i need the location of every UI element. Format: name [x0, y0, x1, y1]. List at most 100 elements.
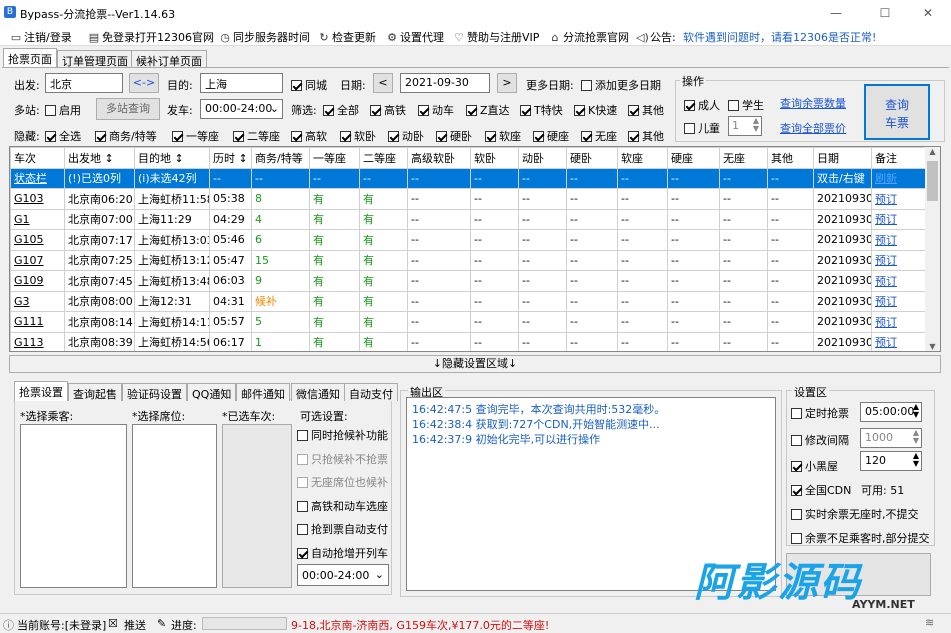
tab-query-sale[interactable]: 查询起售	[68, 383, 122, 401]
menu-notice[interactable]: ◁)公告:	[636, 29, 676, 45]
tab-waitlist-orders[interactable]: 候补订单页面	[131, 50, 207, 68]
hide-soft-sleeper-checkbox[interactable]: 软卧	[340, 128, 376, 144]
table-row[interactable]: G107 北京南07:25 上海虹桥13:12 05:47 15 有有 -- -- -- -- --…	[10, 249, 928, 271]
adult-checkbox[interactable]: 成人	[684, 97, 720, 113]
tab-qq-notify[interactable]: QQ通知	[187, 383, 237, 401]
query-remaining-link[interactable]: 查询余票数量	[780, 95, 846, 111]
timed-grab-input[interactable]: 05:00:00 ▲ ▼	[860, 402, 922, 422]
samecity-checkbox[interactable]: 同城	[291, 77, 327, 93]
column-header[interactable]: 高级软卧	[407, 147, 471, 169]
column-header[interactable]: 目的地 ↕	[134, 147, 210, 169]
train-number-link[interactable]: G1	[10, 208, 65, 230]
train-number-link[interactable]: G3	[10, 290, 65, 312]
tab-email-notify[interactable]: 邮件通知	[236, 383, 290, 401]
student-checkbox[interactable]: 学生	[728, 97, 764, 113]
train-number-link[interactable]: G103	[10, 188, 65, 210]
table-row[interactable]: G111 北京南08:14 上海虹桥14:11 05:57 5 有有 -- -- -- -- -- -…	[10, 311, 928, 333]
hide-no-seat-checkbox[interactable]: 无座	[581, 128, 617, 144]
depart-time-select[interactable]: 00:00-24:00 ⌄	[200, 99, 283, 119]
chosen-trains-list[interactable]	[222, 424, 292, 588]
column-header[interactable]: 备注	[871, 147, 928, 169]
add-dates-checkbox[interactable]: 添加更多日期	[581, 77, 661, 93]
table-row[interactable]: G113 北京南08:39 上海虹桥14:56 06:17 1 有有 -- -- -- -- -- -…	[10, 331, 928, 351]
swap-button[interactable]: <->	[129, 73, 159, 93]
hide-all-checkbox[interactable]: 全选	[45, 128, 81, 144]
book-link[interactable]: 预订	[871, 290, 928, 312]
book-link[interactable]: 预订	[871, 208, 928, 230]
column-header[interactable]: 其他	[767, 147, 814, 169]
scroll-thumb[interactable]	[927, 161, 938, 201]
hide-settings-bar[interactable]: ↓隐藏设置区域↓	[9, 355, 941, 373]
column-header[interactable]: 商务/特等	[251, 147, 310, 169]
column-header[interactable]: 日期	[813, 147, 872, 169]
passenger-list[interactable]	[20, 424, 127, 588]
table-row[interactable]: G1 北京南07:00 上海11:29 04:29 4 有有 -- -- -- -- -- -- -- -…	[10, 208, 928, 230]
hide-second-class-checkbox[interactable]: 二等座	[233, 128, 280, 144]
column-header[interactable]: 一等座	[309, 147, 360, 169]
table-row[interactable]: G3 北京南08:00 上海12:31 04:31 候补有有 -- -- -- -- -- -- --…	[10, 290, 928, 312]
realtime-no-seat-checkbox[interactable]: 实时余票无座时,不提交	[791, 506, 919, 522]
table-row[interactable]: G105 北京南07:17 上海虹桥13:03 05:46 6 有有 -- -- -- -- -- -…	[10, 229, 928, 251]
multi-query-button[interactable]: 多站查询	[96, 98, 160, 120]
minimize-button[interactable]: —	[813, 2, 859, 24]
column-header[interactable]: 动卧	[518, 147, 567, 169]
interval-input[interactable]: 1000 ▲ ▼	[860, 428, 922, 448]
close-button[interactable]: ✕	[905, 2, 951, 24]
to-input[interactable]: 上海	[200, 73, 283, 93]
column-header[interactable]: 车次	[10, 147, 65, 169]
menu-login[interactable]: ▭ 注销/登录	[10, 29, 72, 45]
menu-open-12306[interactable]: ▤ 免登录打开12306官网	[88, 29, 214, 45]
hide-soft-seat-checkbox[interactable]: 软座	[485, 128, 521, 144]
column-header[interactable]: 二等座	[359, 147, 408, 169]
date-input[interactable]: 2021-09-30	[400, 73, 490, 93]
menu-official-site[interactable]: ⌂ 分流抢票官网	[549, 29, 630, 45]
menu-check-update[interactable]: ↻ 检查更新	[318, 29, 376, 45]
query-tickets-button[interactable]: 查询 车票	[864, 84, 930, 140]
tab-wechat-notify[interactable]: 微信通知	[291, 383, 345, 401]
push-checkbox-icon[interactable]: ☒	[108, 617, 118, 630]
scroll-up-icon[interactable]: ▲	[925, 147, 940, 156]
filter-t-checkbox[interactable]: T特快	[520, 102, 563, 118]
filter-z-checkbox[interactable]: Z直达	[466, 102, 510, 118]
tab-auto-pay[interactable]: 自动支付	[344, 383, 398, 401]
scroll-down-icon[interactable]: ▼	[925, 342, 940, 351]
tab-captcha[interactable]: 验证码设置	[122, 383, 187, 401]
menu-proxy[interactable]: ⚙ 设置代理	[386, 29, 444, 45]
book-link[interactable]: 预订	[871, 331, 928, 351]
status-row[interactable]: 状态栏 (!)已选0列 (i)未选42列 -- -- -- -- -- -- -- -- -- -- --…	[10, 167, 928, 189]
child-checkbox[interactable]: 儿童	[684, 120, 720, 136]
column-header[interactable]: 软座	[617, 147, 668, 169]
tab-booking[interactable]: 抢票页面	[3, 48, 57, 68]
column-header[interactable]: 出发地 ↕	[64, 147, 135, 169]
column-header[interactable]: 无座	[719, 147, 768, 169]
blackroom-input[interactable]: 120 ▲ ▼	[860, 451, 922, 471]
option-no-seat-waitlist-checkbox[interactable]: 无座席位也候补	[297, 474, 388, 490]
hide-hard-seat-checkbox[interactable]: 硬座	[533, 128, 569, 144]
menu-sponsor[interactable]: ♡ 赞助与注册VIP	[453, 29, 539, 45]
hide-high-soft-checkbox[interactable]: 高软	[291, 128, 327, 144]
filter-gaotie-checkbox[interactable]: 高铁	[370, 102, 406, 118]
interval-checkbox[interactable]: 修改间隔	[791, 432, 849, 448]
option-extra-trains-checkbox[interactable]: 自动抢增开列车	[297, 545, 388, 561]
prev-date-button[interactable]: <	[373, 73, 393, 93]
hide-business-checkbox[interactable]: 商务/特等	[95, 128, 157, 144]
filter-k-checkbox[interactable]: K快速	[574, 102, 617, 118]
query-price-link[interactable]: 查询全部票价	[780, 120, 846, 136]
train-number-link[interactable]: G109	[10, 270, 65, 292]
book-link[interactable]: 预订	[871, 188, 928, 210]
book-link[interactable]: 预订	[871, 229, 928, 251]
hide-other-checkbox[interactable]: 其他	[628, 128, 664, 144]
train-number-link[interactable]: G111	[10, 311, 65, 333]
hide-hard-sleeper-checkbox[interactable]: 硬卧	[436, 128, 472, 144]
from-input[interactable]: 北京	[45, 73, 123, 93]
hide-emu-sleeper-checkbox[interactable]: 动卧	[388, 128, 424, 144]
table-row[interactable]: G103 北京南06:20 上海虹桥11:58 05:38 8 有有 -- -- -- -- -- -…	[10, 188, 928, 210]
seat-list[interactable]	[132, 424, 217, 588]
maximize-button[interactable]: ☐	[862, 2, 908, 24]
train-number-link[interactable]: G113	[10, 331, 65, 351]
column-header[interactable]: 历时 ↕	[209, 147, 252, 169]
menu-sync-time[interactable]: ◷ 同步服务器时间	[219, 29, 310, 45]
book-link[interactable]: 预订	[871, 311, 928, 333]
option-waitlist-only-checkbox[interactable]: 只抢候补不抢票	[297, 451, 388, 467]
filter-dongche-checkbox[interactable]: 动车	[418, 102, 454, 118]
